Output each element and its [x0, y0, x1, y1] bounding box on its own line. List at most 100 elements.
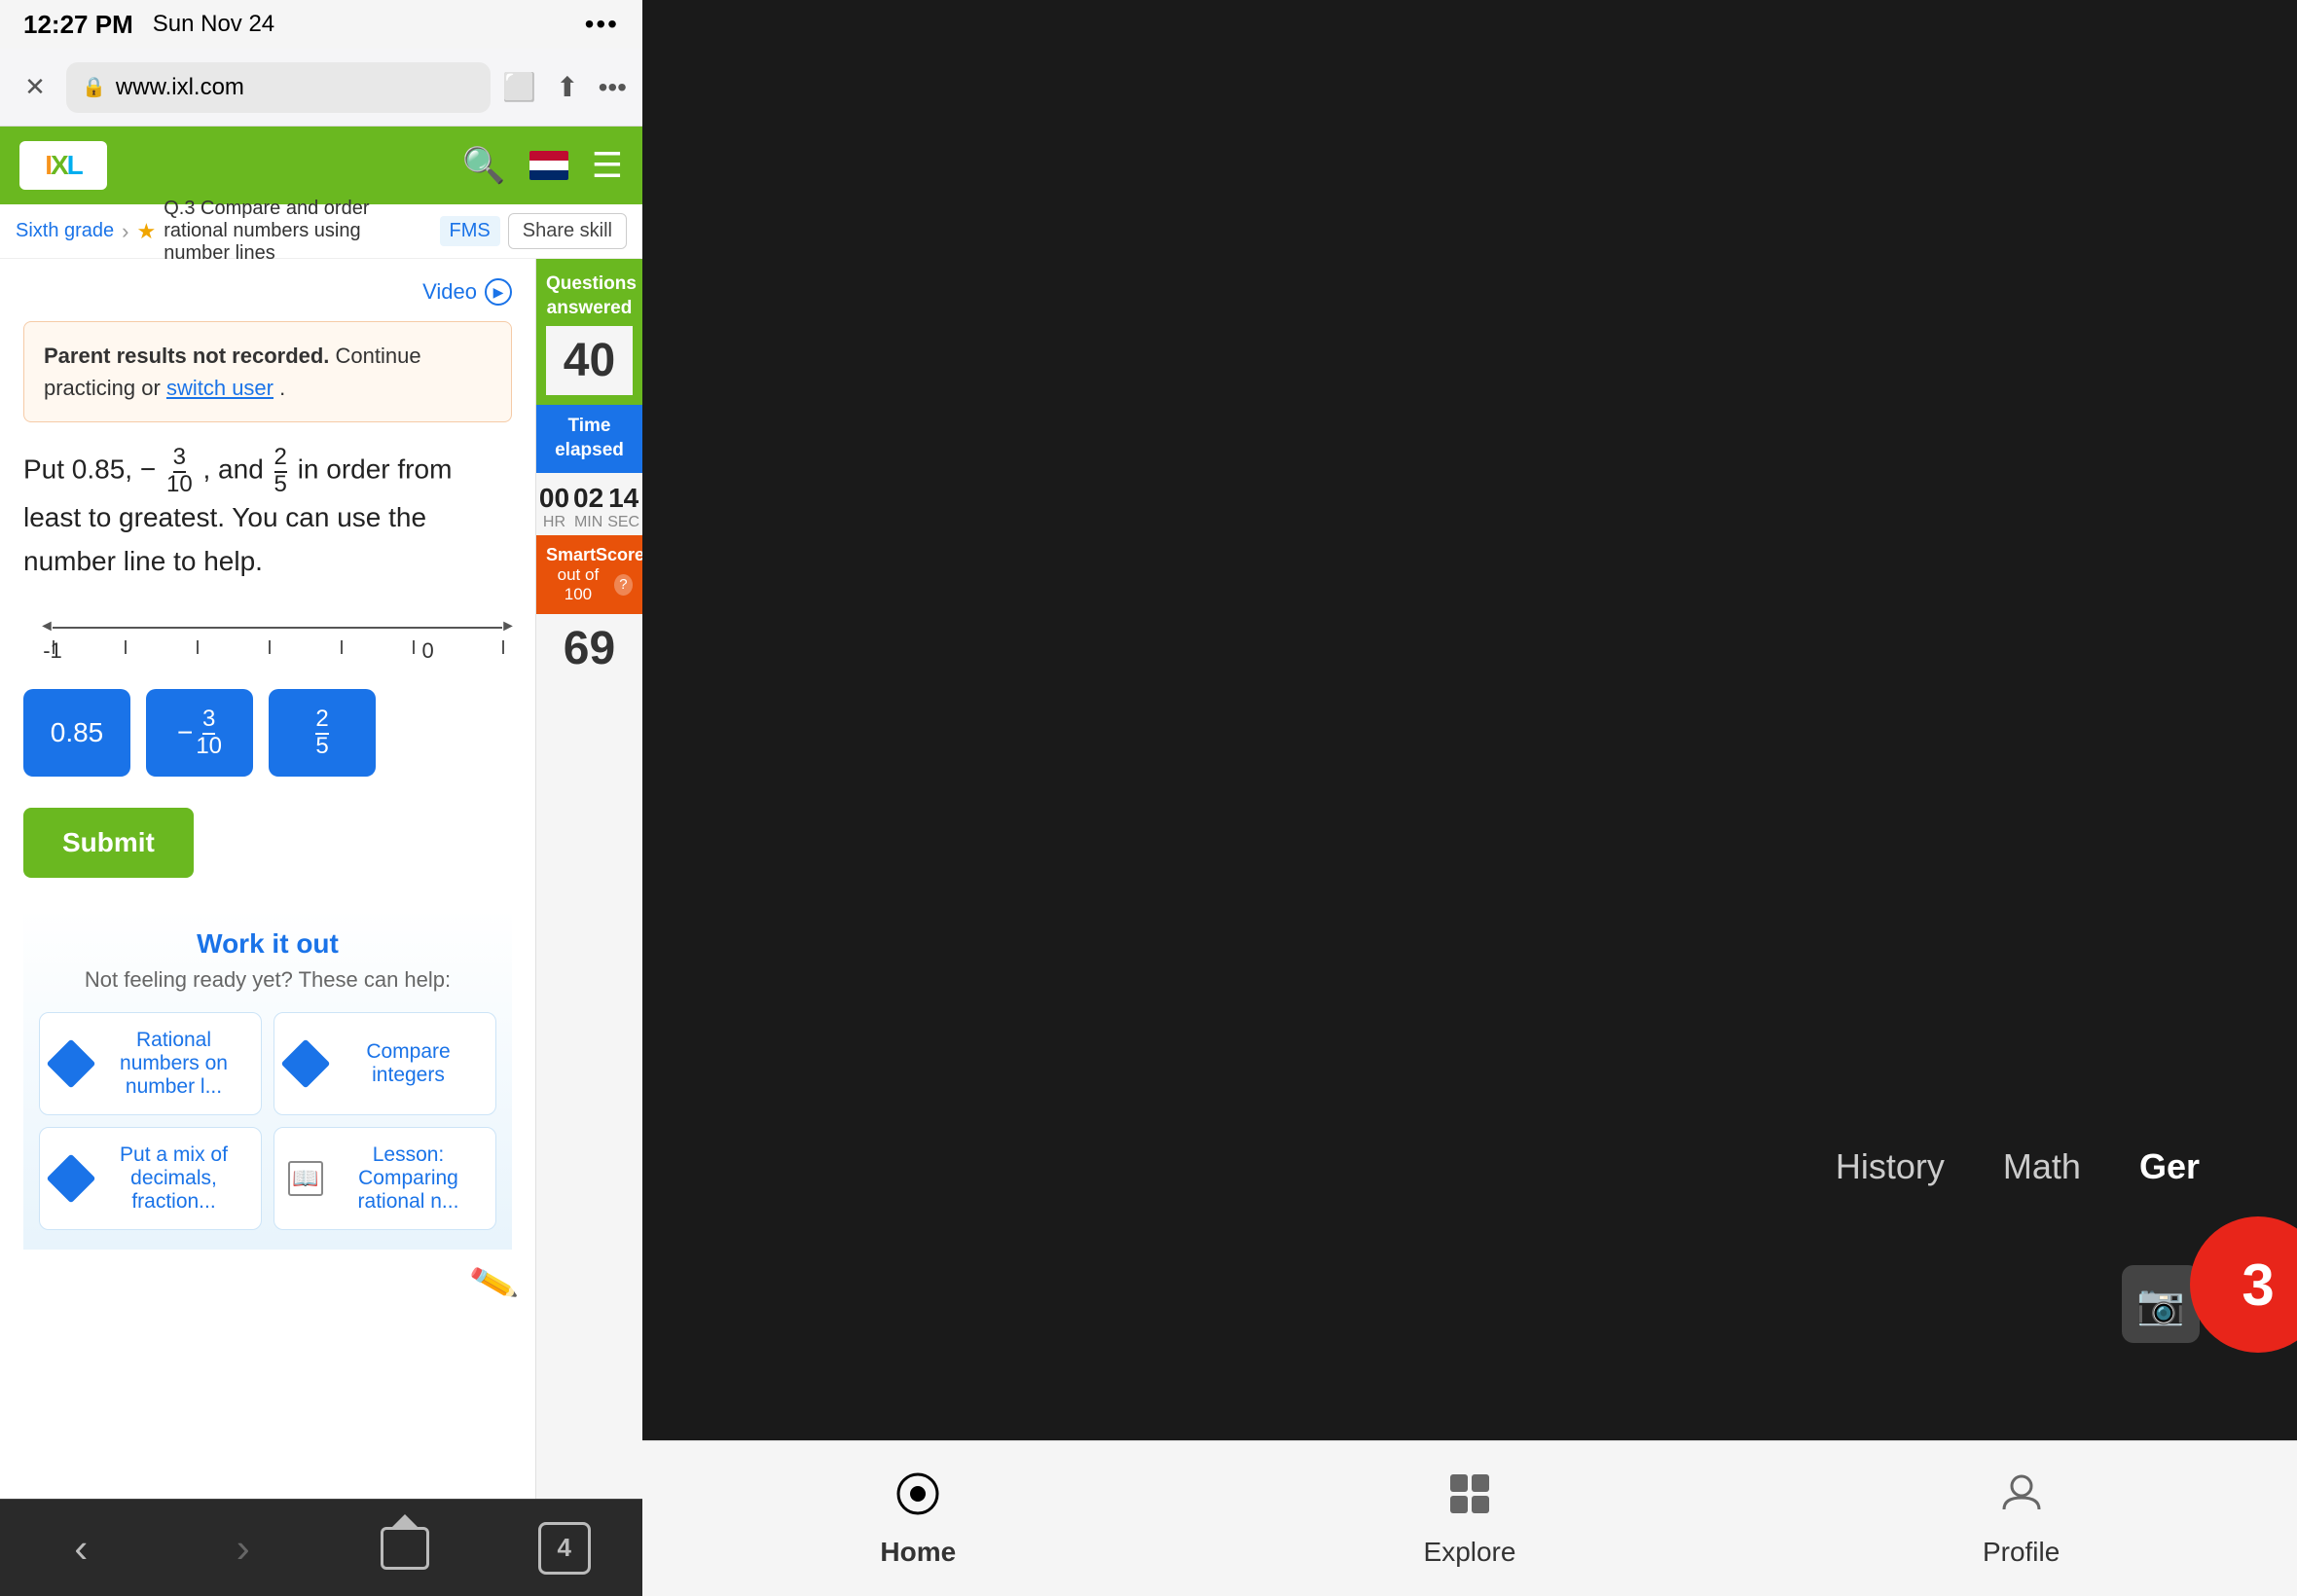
home-nav-label: Home — [880, 1537, 956, 1568]
subject-ger[interactable]: Ger — [2139, 1146, 2200, 1187]
app-nav-home[interactable]: Home — [820, 1470, 1015, 1568]
browser-panel: 12:27 PM Sun Nov 24 ••• ✕ 🔒 www.ixl.com … — [0, 0, 642, 1596]
number-line-container: -1 0 — [43, 607, 512, 666]
question-text: Put 0.85, − 3 10 , and 2 5 in order from… — [23, 446, 512, 584]
status-bar: 12:27 PM Sun Nov 24 ••• — [0, 0, 642, 49]
time-seconds: 14 SEC — [607, 483, 639, 531]
parent-notice: Parent results not recorded. Continue pr… — [23, 321, 512, 422]
explore-nav-icon — [1446, 1470, 1493, 1529]
work-it-out-subtitle: Not feeling ready yet? These can help: — [23, 967, 512, 993]
tick-1 — [125, 640, 127, 654]
help-circle-icon[interactable]: ? — [614, 574, 633, 596]
work-it-out-title: Work it out — [23, 928, 512, 960]
forward-icon: › — [237, 1525, 250, 1572]
app-nav-explore[interactable]: Explore — [1372, 1470, 1567, 1568]
fraction-2: 2 5 — [274, 446, 287, 496]
main-content: Video ▶ Parent results not recorded. Con… — [0, 259, 642, 1499]
smart-score-out-of: out of 100 ? — [546, 565, 633, 604]
help-item-label-1: Rational numbers on number l... — [100, 1029, 247, 1099]
profile-nav-icon — [1998, 1470, 2045, 1529]
help-item-label-4: Lesson: Comparing rational n... — [335, 1143, 482, 1214]
tick-6 — [502, 640, 504, 654]
tick-5 — [413, 640, 415, 654]
breadcrumb-star: ★ — [137, 219, 157, 244]
diamond-icon-3 — [47, 1153, 96, 1203]
home-button[interactable] — [376, 1519, 434, 1578]
smart-score-label: SmartScore — [546, 545, 633, 565]
subject-history[interactable]: History — [1836, 1146, 1945, 1187]
breadcrumb-bar: Sixth grade › ★ Q.3 Compare and order ra… — [0, 204, 642, 259]
share-skill-button[interactable]: Share skill — [508, 213, 627, 249]
ixl-header-icons: 🔍 ☰ — [462, 145, 623, 186]
share-icon[interactable]: ⬆ — [556, 71, 578, 103]
tick-label-zero: 0 — [421, 638, 433, 664]
diamond-icon-1 — [47, 1038, 96, 1088]
smart-score-box: SmartScore out of 100 ? — [536, 535, 642, 614]
time-elapsed-box: Time elapsed — [536, 405, 642, 472]
help-items-list: Rational numbers on number l... Compare … — [23, 1012, 512, 1230]
profile-nav-label: Profile — [1983, 1537, 2060, 1568]
question-text-1: Put 0.85, − — [23, 453, 156, 484]
breadcrumb-grade[interactable]: Sixth grade — [16, 220, 114, 242]
tabs-button[interactable]: 4 — [538, 1522, 591, 1575]
camera-icon: 📷 — [2122, 1265, 2200, 1343]
fraction-1: 3 10 — [166, 446, 193, 496]
home-icon — [381, 1527, 429, 1570]
help-row-2: Put a mix of decimals, fraction... 📖 Les… — [39, 1127, 496, 1230]
browser-close-button[interactable]: ✕ — [16, 68, 55, 107]
answer-chip-2[interactable]: − 3 10 — [146, 689, 253, 777]
pencil-icon[interactable]: ✏️ — [468, 1258, 521, 1309]
ixl-logo[interactable]: I X L — [19, 141, 107, 190]
question-area: Video ▶ Parent results not recorded. Con… — [0, 259, 535, 1499]
more-icon[interactable]: ••• — [599, 72, 627, 103]
chip-fraction-2: 3 10 — [196, 707, 222, 758]
url-bar[interactable]: 🔒 www.ixl.com — [66, 62, 491, 113]
tick-label-minus1: -1 — [43, 638, 62, 664]
help-item-4[interactable]: 📖 Lesson: Comparing rational n... — [273, 1127, 496, 1230]
back-icon: ‹ — [74, 1525, 88, 1572]
fms-badge[interactable]: FMS — [440, 216, 500, 246]
help-row-1: Rational numbers on number l... Compare … — [39, 1012, 496, 1115]
lock-icon: 🔒 — [82, 75, 106, 99]
sidebar: Questions answered 40 Time elapsed 00 HR… — [535, 259, 642, 1499]
logo-x: X — [51, 150, 67, 181]
browser-actions: ⬜ ⬆ ••• — [502, 71, 627, 103]
play-circle-icon: ▶ — [485, 278, 512, 306]
submit-button[interactable]: Submit — [23, 808, 194, 878]
time-display: 00 HR 02 MIN 14 SEC — [536, 473, 642, 535]
app-nav-profile[interactable]: Profile — [1924, 1470, 2119, 1568]
subject-labels: History Math Ger — [1836, 1146, 2200, 1187]
subject-math[interactable]: Math — [2003, 1146, 2081, 1187]
questions-answered-label: Questions answered — [546, 272, 633, 320]
home-nav-icon — [894, 1470, 941, 1529]
question-text-2: , and — [202, 453, 271, 484]
browser-back-button[interactable]: ‹ — [52, 1519, 110, 1578]
questions-answered-box: Questions answered 40 — [536, 259, 642, 405]
time-minutes: 02 MIN — [573, 483, 603, 531]
logo-l: L — [67, 150, 82, 181]
help-item-1[interactable]: Rational numbers on number l... — [39, 1012, 262, 1115]
browser-forward-button[interactable]: › — [214, 1519, 273, 1578]
search-icon[interactable]: 🔍 — [462, 145, 506, 186]
menu-icon[interactable]: ☰ — [592, 145, 623, 186]
video-button[interactable]: Video ▶ — [23, 278, 512, 306]
switch-user-link[interactable]: switch user — [166, 376, 273, 400]
book-icon-4: 📖 — [288, 1161, 323, 1196]
browser-chrome: ✕ 🔒 www.ixl.com ⬜ ⬆ ••• — [0, 49, 642, 127]
status-dots: ••• — [585, 9, 619, 40]
answer-chip-3[interactable]: 2 5 — [269, 689, 376, 777]
breadcrumb-chevron: › — [122, 219, 128, 244]
tick-2 — [197, 640, 199, 654]
right-panel: History Math Ger 📷 3 Home — [642, 0, 2297, 1596]
app-bottom-nav: Home Explore Profile — [642, 1440, 2297, 1596]
close-icon: ✕ — [24, 72, 46, 102]
answer-chip-1[interactable]: 0.85 — [23, 689, 130, 777]
bookmark-icon[interactable]: ⬜ — [502, 71, 536, 103]
time-hours: 00 HR — [539, 483, 569, 531]
help-item-label-2: Compare integers — [335, 1040, 482, 1087]
explore-nav-label: Explore — [1424, 1537, 1516, 1568]
flag-icon[interactable] — [529, 151, 568, 180]
tick-3 — [269, 640, 271, 654]
help-item-2[interactable]: Compare integers — [273, 1012, 496, 1115]
help-item-3[interactable]: Put a mix of decimals, fraction... — [39, 1127, 262, 1230]
